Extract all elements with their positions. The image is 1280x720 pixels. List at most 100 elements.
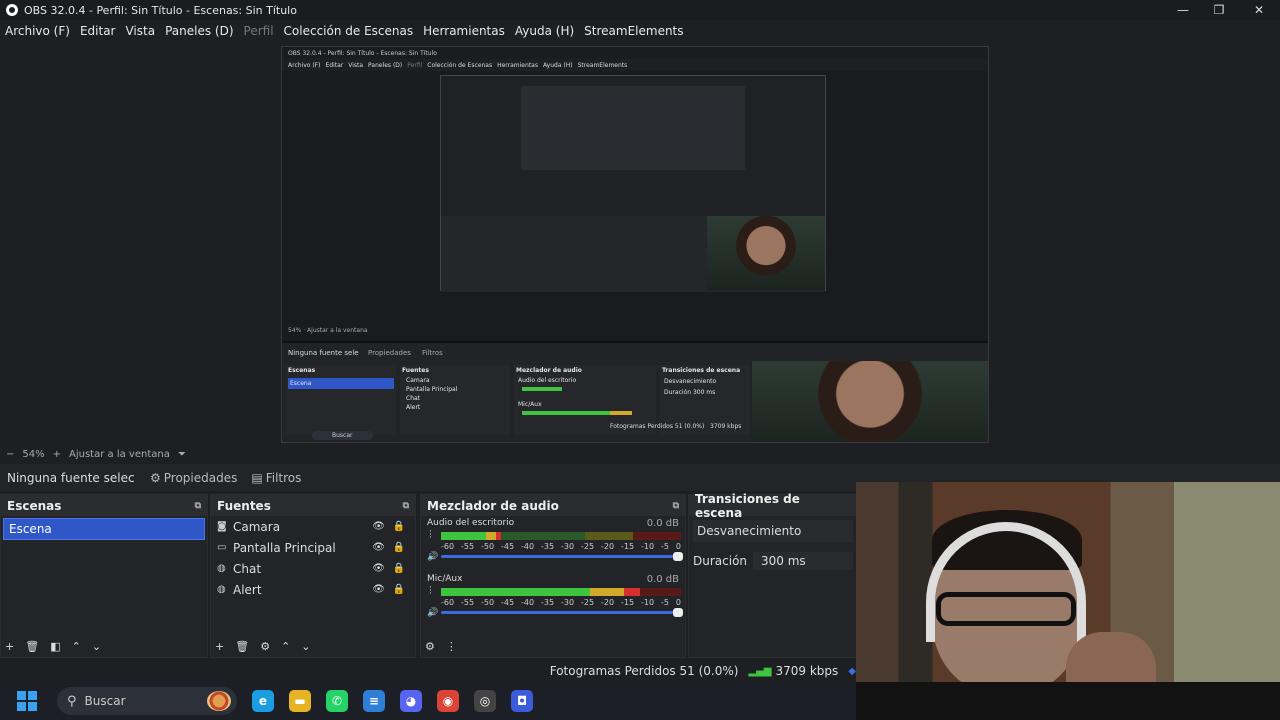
menu-herramientas[interactable]: Herramientas <box>423 24 505 38</box>
menu-paneles[interactable]: Paneles (D) <box>165 24 233 38</box>
source-label: Camara <box>233 519 281 534</box>
menu-vista[interactable]: Vista <box>125 24 155 38</box>
remove-scene-icon[interactable]: 🗑 <box>25 640 39 653</box>
chrome-icon[interactable]: ◉ <box>437 690 459 712</box>
scene-item[interactable]: Escena <box>3 518 205 540</box>
inner-scene: Escena <box>288 378 394 389</box>
move-up-icon[interactable]: ⌃ <box>281 640 290 653</box>
add-scene-icon[interactable]: + <box>5 640 14 653</box>
inner-menu-item: Vista <box>348 61 364 69</box>
remove-source-icon[interactable]: 🗑 <box>235 640 249 653</box>
menu-perfil[interactable]: Perfil <box>244 24 274 38</box>
more-options-icon[interactable]: · · · <box>429 528 432 543</box>
eye-icon[interactable]: 👁 <box>372 584 385 595</box>
notepad-icon[interactable]: ≡ <box>363 690 385 712</box>
mixer-channel-desktop: Audio del escritorio 0.0 dB · · · -60 -55 -5… <box>421 516 685 572</box>
scene-filters-icon[interactable]: ◧ <box>50 640 60 653</box>
eye-icon[interactable]: 👁 <box>372 563 385 574</box>
transition-select[interactable]: Desvanecimiento <box>693 520 853 542</box>
move-up-icon[interactable]: ⌃ <box>72 640 81 653</box>
dock-float-icon[interactable]: ⧉ <box>673 501 679 511</box>
speaker-icon[interactable]: 🔊 <box>427 608 438 618</box>
speaker-icon[interactable]: 🔊 <box>427 552 438 562</box>
menu-editar[interactable]: Editar <box>80 24 116 38</box>
lock-icon[interactable]: 🔒 <box>393 584 405 595</box>
edge-icon[interactable]: e <box>252 690 274 712</box>
preview-canvas[interactable]: OBS 32.0.4 - Perfil: Sin Título - Escena… <box>281 46 989 443</box>
volume-slider[interactable] <box>441 552 683 561</box>
move-down-icon[interactable]: ⌄ <box>301 640 310 653</box>
scale-tick: -60 <box>441 542 455 551</box>
source-item-alert[interactable]: ◍ Alert 👁 🔒 <box>211 579 415 600</box>
scale-tick: -55 <box>461 542 475 551</box>
discord-icon[interactable]: ◕ <box>400 690 422 712</box>
taskbar-search[interactable]: ⚲ Buscar <box>57 687 237 715</box>
properties-button[interactable]: ⚙ Propiedades <box>150 471 237 485</box>
inner-window-title: OBS 32.0.4 - Perfil: Sin Título - Escena… <box>288 49 437 57</box>
eye-icon[interactable]: 👁 <box>372 542 385 553</box>
duration-label: Duración <box>693 554 748 568</box>
lock-icon[interactable]: 🔒 <box>393 542 405 553</box>
eye-icon[interactable]: 👁 <box>372 521 385 532</box>
sources-toolbar: + 🗑 ⚙ ⌃ ⌄ <box>215 640 311 653</box>
dock-float-icon[interactable]: ⧉ <box>195 501 201 511</box>
menu-archivo[interactable]: Archivo (F) <box>5 24 70 38</box>
search-icon: ⚲ <box>67 693 77 709</box>
inner-dur-label: Duración <box>664 389 692 396</box>
obs-icon[interactable]: ◎ <box>474 690 496 712</box>
windows-start-icon[interactable] <box>17 691 37 711</box>
volume-slider-handle[interactable] <box>673 552 683 561</box>
move-down-icon[interactable]: ⌄ <box>92 640 101 653</box>
volume-meter <box>441 588 681 596</box>
pizza-icon <box>207 691 231 711</box>
source-item-camara[interactable]: ◙ Camara 👁 🔒 <box>211 516 415 537</box>
filters-button[interactable]: ▤ Filtros <box>251 471 301 485</box>
app-icon[interactable]: ◘ <box>511 690 533 712</box>
source-item-chat[interactable]: ◍ Chat 👁 🔒 <box>211 558 415 579</box>
search-label: Buscar <box>84 694 126 708</box>
maximize-button[interactable]: ❐ <box>1200 0 1238 20</box>
zoom-level: 54% <box>22 448 45 460</box>
zoom-out-button[interactable]: − <box>6 449 14 460</box>
sources-title: Fuentes <box>217 498 271 513</box>
obs-logo-icon <box>6 4 18 16</box>
scale-tick: -35 <box>541 542 555 551</box>
scale-tick: -50 <box>481 542 495 551</box>
dock-float-icon[interactable]: ⧉ <box>403 501 409 511</box>
fit-window-label[interactable]: Ajustar a la ventana <box>69 449 170 460</box>
channel-db: 0.0 dB <box>646 573 679 585</box>
scale-tick: -40 <box>521 598 535 607</box>
inner-menu-item: StreamElements <box>577 61 628 69</box>
zoom-in-button[interactable]: + <box>53 449 61 460</box>
volume-slider-handle[interactable] <box>673 608 683 617</box>
folder-icon[interactable]: ▬ <box>289 690 311 712</box>
more-options-icon[interactable]: · · · <box>429 584 432 599</box>
menu-streamelements[interactable]: StreamElements <box>584 24 683 38</box>
chevron-down-icon[interactable]: ⏷ <box>178 449 186 460</box>
close-button[interactable]: ✕ <box>1240 0 1278 20</box>
transitions-header: Transiciones de escena <box>689 492 857 520</box>
duration-input[interactable]: 300 ms <box>753 552 853 570</box>
lock-icon[interactable]: 🔒 <box>393 521 405 532</box>
scale-tick: -35 <box>541 598 555 607</box>
menu-ayuda[interactable]: Ayuda (H) <box>515 24 574 38</box>
whatsapp-icon[interactable]: ✆ <box>326 690 348 712</box>
more-options-icon[interactable]: ⋮ <box>446 640 457 653</box>
source-label: Pantalla Principal <box>233 540 336 555</box>
lock-icon[interactable]: 🔒 <box>393 563 405 574</box>
inner-source: Chat <box>406 395 421 402</box>
source-settings-icon[interactable]: ⚙ <box>260 640 270 653</box>
minimize-button[interactable]: — <box>1164 0 1202 20</box>
add-source-icon[interactable]: + <box>215 640 224 653</box>
camera-icon: ◙ <box>217 521 227 532</box>
volume-slider[interactable] <box>441 608 683 617</box>
mixer-settings-icon[interactable]: ⚙ <box>425 640 435 653</box>
inner-source: Alert <box>406 404 421 411</box>
menu-coleccion-escenas[interactable]: Colección de Escenas <box>284 24 414 38</box>
properties-label: Propiedades <box>163 470 238 485</box>
source-item-pantalla[interactable]: ▭ Pantalla Principal 👁 🔒 <box>211 537 415 558</box>
taskbar-apps: e ▬ ✆ ≡ ◕ ◉ ◎ ◘ <box>237 690 533 712</box>
inner-source: Camara <box>406 377 430 384</box>
nested-capture <box>440 75 826 292</box>
inner-meter <box>522 411 632 415</box>
